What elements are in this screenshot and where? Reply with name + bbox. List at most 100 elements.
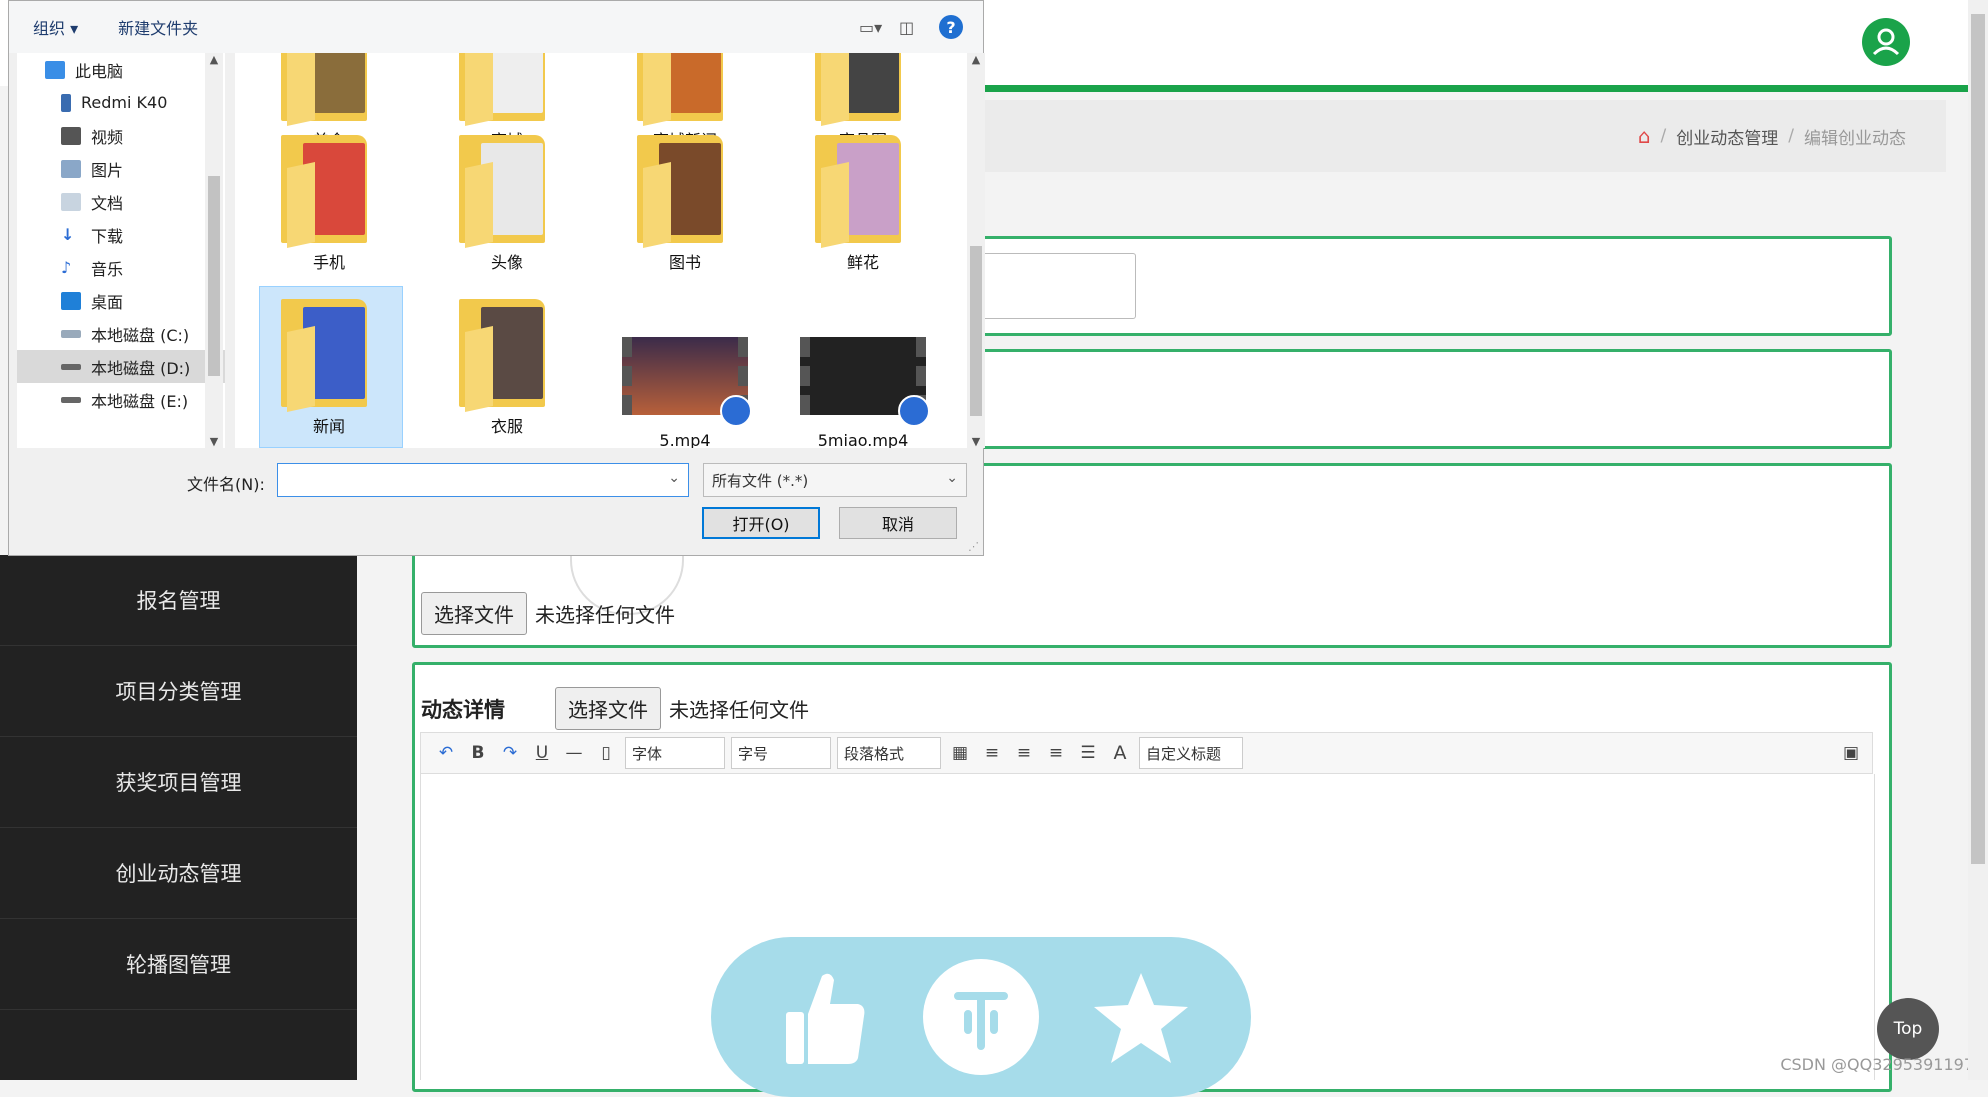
sidebar-item-project-category[interactable]: 项目分类管理 [0, 646, 357, 737]
tree-item-downloads[interactable]: ↓ 下载 [17, 218, 225, 251]
filetype-value: 所有文件 (*.*) [712, 471, 809, 490]
redo-icon[interactable]: ↷ [497, 740, 523, 766]
detail-header: 动态详情 选择文件 未选择任何文件 [421, 687, 809, 730]
page-icon[interactable]: ▯ [593, 740, 619, 766]
new-folder-button[interactable]: 新建文件夹 [118, 15, 198, 39]
file-name: 衣服 [490, 417, 523, 436]
folder-icon [459, 299, 555, 412]
sidebar-item-award-projects[interactable]: 获奖项目管理 [0, 737, 357, 828]
reaction-bar [711, 937, 1251, 1097]
computer-icon [45, 60, 65, 79]
file-name: 5.mp4 [659, 431, 711, 448]
help-icon[interactable]: ? [939, 15, 963, 39]
view-options-icon[interactable]: ▭▾ [859, 18, 899, 37]
font-select[interactable]: 字体 [625, 737, 725, 769]
chevron-down-icon[interactable]: ▼ [967, 435, 985, 448]
tree-item-label: 音乐 [91, 259, 124, 279]
bold-button[interactable]: B [465, 740, 491, 766]
justify-icon[interactable]: ☰ [1075, 740, 1101, 766]
file-list-scrollbar-thumb[interactable] [970, 246, 982, 416]
paragraph-format-select[interactable]: 段落格式 [837, 737, 941, 769]
undo-icon[interactable]: ↶ [433, 740, 459, 766]
coin-icon[interactable] [923, 959, 1039, 1075]
sidebar-item-carousel[interactable]: 轮播图管理 [0, 919, 357, 1010]
video-item[interactable]: 5miao.mp4 [791, 337, 935, 448]
breadcrumb-item[interactable]: 创业动态管理 [1676, 124, 1778, 149]
tree-item-documents[interactable]: 文档 [17, 185, 225, 218]
choose-file-button[interactable]: 选择文件 [421, 592, 527, 635]
tree-item-pictures[interactable]: 图片 [17, 152, 225, 185]
tree-scrollbar-thumb[interactable] [208, 176, 220, 376]
sidebar: 报名管理 项目分类管理 获奖项目管理 创业动态管理 轮播图管理 [0, 555, 357, 1080]
font-color-button[interactable]: A [1107, 740, 1133, 766]
back-to-top-button[interactable]: Top [1877, 998, 1939, 1060]
filetype-select[interactable]: 所有文件 (*.*) ⌄ [703, 463, 967, 497]
drive-icon [61, 396, 81, 403]
font-size-select[interactable]: 字号 [731, 737, 831, 769]
drive-icon [61, 329, 81, 338]
breadcrumb-bar: ⌂ / 创业动态管理 / 编辑创业动态 [980, 100, 1946, 172]
cover-file-picker: 选择文件 未选择任何文件 [421, 592, 675, 635]
tree-item-music[interactable]: ♪ 音乐 [17, 251, 225, 284]
filename-input[interactable]: ⌄ [277, 463, 689, 497]
tree-item-drive-c[interactable]: 本地磁盘 (C:) [17, 317, 225, 350]
tree-item-label: 图片 [91, 160, 124, 180]
tree-item-label: 下载 [91, 226, 124, 246]
chevron-up-icon[interactable]: ▲ [205, 53, 223, 66]
underline-button[interactable]: U [529, 740, 555, 766]
chevron-down-icon[interactable]: ⌄ [946, 470, 958, 486]
align-center-icon[interactable]: ≡ [1043, 740, 1069, 766]
organize-button[interactable]: 组织 ▾ [33, 15, 78, 39]
file-list-scrollbar[interactable]: ▲ ▼ [967, 53, 985, 448]
preview-pane-icon[interactable]: ◫ [899, 18, 939, 37]
video-file-icon [622, 337, 752, 427]
chevron-down-icon[interactable]: ▼ [205, 435, 223, 448]
tree-item-phone[interactable]: Redmi K40 [17, 86, 225, 119]
resize-grip-icon[interactable]: ⋰ [968, 540, 979, 553]
tree-item-videos[interactable]: 视频 [17, 119, 225, 152]
video-item[interactable]: 5.mp4 [613, 337, 757, 448]
star-icon[interactable] [1083, 959, 1199, 1075]
horizontal-rule-icon[interactable]: — [561, 740, 587, 766]
sidebar-item-startup-news[interactable]: 创业动态管理 [0, 828, 357, 919]
sidebar-item-registration[interactable]: 报名管理 [0, 555, 357, 646]
tree-item-drive-d[interactable]: 本地磁盘 (D:) [17, 350, 225, 383]
detail-label: 动态详情 [421, 697, 505, 722]
fullscreen-icon[interactable]: ▣ [1838, 740, 1864, 766]
align-left-icon[interactable]: ≡ [979, 740, 1005, 766]
folder-item[interactable]: 衣服 [435, 299, 579, 437]
user-avatar-icon[interactable] [1862, 18, 1910, 66]
music-icon: ♪ [61, 258, 72, 277]
chevron-down-icon[interactable]: ⌄ [668, 470, 680, 486]
home-icon[interactable]: ⌂ [1638, 124, 1651, 148]
document-folder-icon [61, 192, 81, 211]
tree-item-this-pc[interactable]: 此电脑 [17, 53, 225, 86]
page-scrollbar[interactable] [1968, 0, 1988, 1080]
open-button[interactable]: 打开(O) [702, 507, 820, 539]
choose-file-button-detail[interactable]: 选择文件 [555, 687, 661, 730]
tree-item-desktop[interactable]: 桌面 [17, 284, 225, 317]
picture-folder-icon [61, 159, 81, 178]
breadcrumb-current: 编辑创业动态 [1804, 128, 1906, 149]
custom-title-select[interactable]: 自定义标题 [1139, 737, 1243, 769]
title-input[interactable] [965, 253, 1136, 319]
page-scrollbar-thumb[interactable] [1971, 14, 1985, 864]
tree-item-label: 桌面 [91, 292, 124, 312]
file-name: 5miao.mp4 [817, 431, 909, 448]
tree-item-drive-e[interactable]: 本地磁盘 (E:) [17, 383, 225, 416]
drive-icon [61, 363, 81, 370]
media-player-icon [898, 395, 930, 427]
folder-item-selected[interactable]: 新闻 [257, 299, 401, 437]
folder-icon [281, 299, 377, 412]
editor-toolbar: ↶ B ↷ U — ▯ 字体 字号 段落格式 ▦ ≡ ≡ ≡ ☰ A 自定义标题… [420, 732, 1873, 774]
video-folder-icon [61, 126, 81, 145]
thumbs-up-icon[interactable] [765, 959, 881, 1075]
tree-item-label: 文档 [91, 193, 124, 213]
media-player-icon [720, 395, 752, 427]
align-right-icon[interactable]: ≡ [1011, 740, 1037, 766]
table-icon[interactable]: ▦ [947, 740, 973, 766]
chevron-up-icon[interactable]: ▲ [967, 53, 985, 66]
video-file-icon [800, 337, 930, 427]
cancel-button[interactable]: 取消 [839, 507, 957, 539]
tree-scrollbar[interactable]: ▲ ▼ [205, 53, 223, 448]
